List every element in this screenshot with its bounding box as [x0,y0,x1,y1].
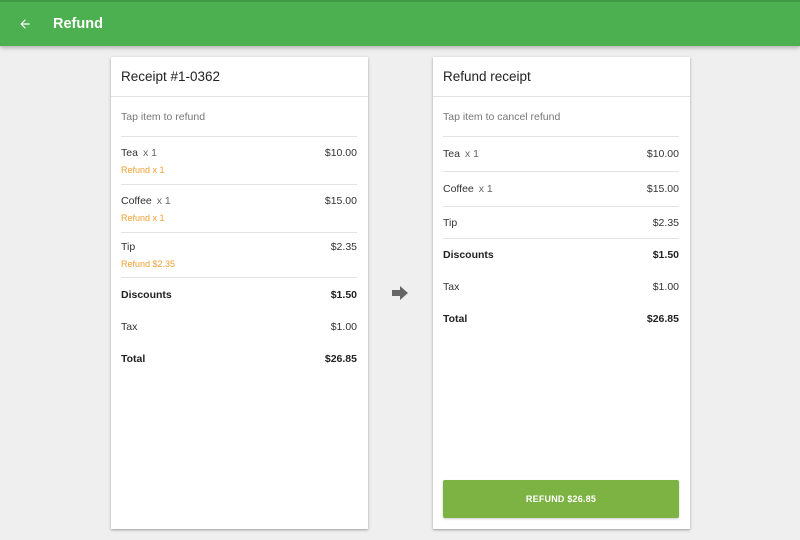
refund-tip[interactable]: Tip $2.35 [443,207,679,239]
back-button[interactable] [13,12,37,36]
tax-label: Tax [121,321,138,333]
item-name: Coffee [443,183,474,195]
refund-item-coffee[interactable]: Coffee x 1 $15.00 [443,172,679,207]
item-name: Tea [443,148,460,160]
refund-total: Total $26.85 [443,303,679,335]
receipt-tax: Tax $1.00 [121,311,357,343]
discounts-label: Discounts [443,249,494,261]
refund-note: Refund $2.35 [121,259,176,269]
refund-note: Refund x 1 [121,165,165,175]
receipt-title: Receipt #1-0362 [111,57,368,97]
receipt-total: Total $26.85 [121,343,357,375]
tax-value: $1.00 [652,281,679,293]
total-value: $26.85 [324,353,357,365]
refund-button[interactable]: REFUND $26.85 [443,480,679,518]
app-bar: Refund [0,0,800,46]
item-info: Tea x 1 [443,148,479,160]
item-price: $15.00 [646,183,679,195]
discounts-value: $1.50 [652,249,679,261]
tax-label: Tax [443,281,460,293]
refund-receipt-card: Refund receipt Tap item to cancel refund… [433,57,690,529]
tip-amount: $2.35 [330,241,357,253]
receipt-discounts: Discounts $1.50 [121,279,357,311]
tax-value: $1.00 [330,321,357,333]
item-info: Coffee x 1 Refund x 1 [121,195,171,223]
refund-discounts: Discounts $1.50 [443,239,679,271]
receipt-hint: Tap item to refund [121,97,357,137]
item-price: $10.00 [646,148,679,160]
total-value: $26.85 [646,313,679,325]
item-info: Coffee x 1 [443,183,493,195]
refund-tax: Tax $1.00 [443,271,679,303]
item-price: $15.00 [324,195,357,207]
arrow-back-icon [20,19,30,29]
receipt-tip[interactable]: Tip Refund $2.35 $2.35 [121,233,357,278]
receipt-item-coffee[interactable]: Coffee x 1 Refund x 1 $15.00 [121,185,357,233]
tip-amount: $2.35 [652,216,679,229]
discounts-value: $1.50 [330,289,357,301]
tip-label: Tip [121,241,136,253]
discounts-label: Discounts [121,289,172,301]
refund-item-tea[interactable]: Tea x 1 $10.00 [443,137,679,172]
receipt-card: Receipt #1-0362 Tap item to refund Tea x … [111,57,368,529]
total-label: Total [121,353,146,365]
item-qty: x 1 [142,147,157,159]
item-qty: x 1 [478,183,493,195]
arrow-right-icon [392,286,408,300]
item-name: Tea [121,147,138,159]
tip-info: Tip Refund $2.35 [121,241,175,269]
page-title: Refund [53,16,103,32]
item-qty: x 1 [156,195,171,207]
total-label: Total [443,313,468,325]
item-qty: x 1 [464,148,479,160]
refund-receipt-title: Refund receipt [433,57,690,97]
item-name: Coffee [121,195,152,207]
receipt-item-tea[interactable]: Tea x 1 Refund x 1 $10.00 [121,137,357,185]
tip-label: Tip [443,216,458,229]
refund-receipt-hint: Tap item to cancel refund [443,97,679,137]
item-info: Tea x 1 Refund x 1 [121,147,165,175]
item-price: $10.00 [324,147,357,159]
refund-note: Refund x 1 [121,213,165,223]
